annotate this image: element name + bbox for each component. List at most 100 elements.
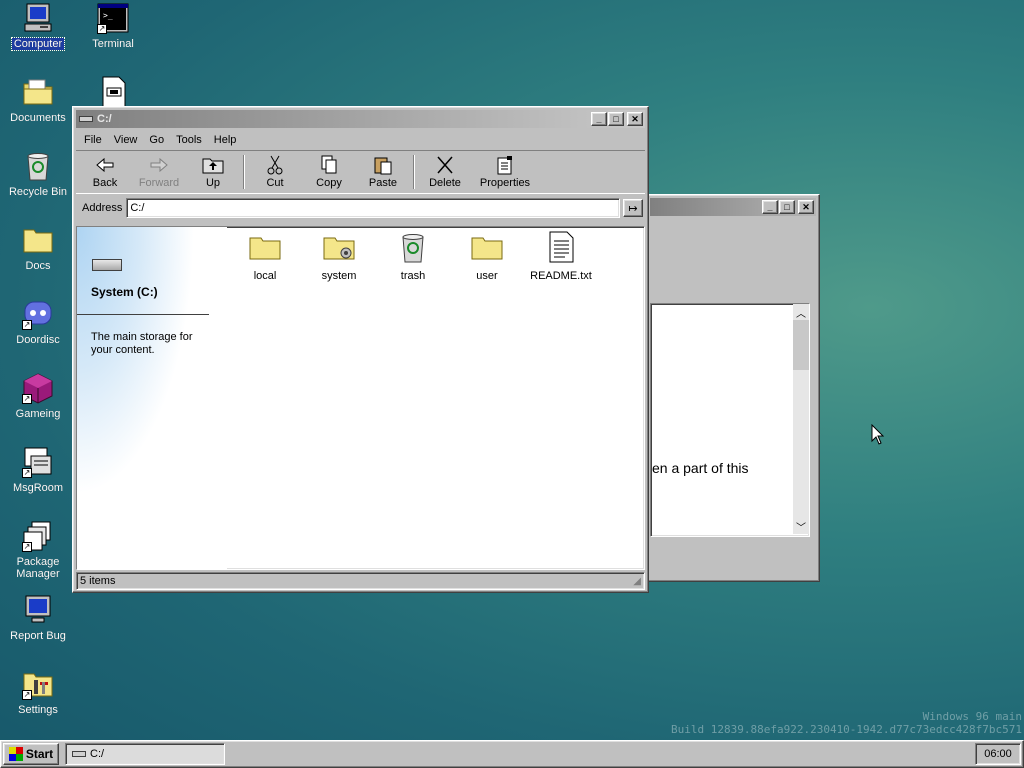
text-file-icon <box>549 231 574 263</box>
desktop-icon-docs[interactable]: Docs <box>0 224 76 272</box>
minimize-button[interactable]: _ <box>591 112 607 126</box>
shortcut-arrow-icon: ↗ <box>97 24 107 34</box>
cube-icon: ↗ <box>22 372 54 404</box>
file-item-local[interactable]: local <box>228 231 302 282</box>
maximize-icon: □ <box>613 114 619 124</box>
forward-button[interactable]: Forward <box>132 153 186 191</box>
copy-button[interactable]: Copy <box>302 153 356 191</box>
menu-file[interactable]: File <box>78 132 108 148</box>
up-button[interactable]: Up <box>186 153 240 191</box>
scissors-icon <box>267 155 283 175</box>
folder-icon <box>22 224 54 256</box>
go-arrow-icon: ↦ <box>628 202 638 215</box>
desktop-icon-recycle-bin[interactable]: Recycle Bin <box>0 150 76 198</box>
minimize-icon: _ <box>767 202 773 212</box>
scroll-down-button[interactable]: ﹀ <box>793 518 809 534</box>
start-button[interactable]: Start <box>3 743 59 765</box>
menu-tools[interactable]: Tools <box>170 132 208 148</box>
paste-button[interactable]: Paste <box>356 153 410 191</box>
scroll-up-button[interactable]: ︿ <box>793 304 809 320</box>
menu-go[interactable]: Go <box>143 132 170 148</box>
desktop-icon-package-manager[interactable]: ↗ Package Manager <box>0 520 76 580</box>
desktop-icon-gameing[interactable]: ↗ Gameing <box>0 372 76 420</box>
desktop-icon-label: Package Manager <box>16 556 60 580</box>
file-item-user[interactable]: user <box>450 231 524 282</box>
explorer-titlebar[interactable]: C:/ _ □ ✕ <box>76 110 645 128</box>
desktop-icon-settings[interactable]: ↗ Settings <box>0 668 76 716</box>
file-name: local <box>253 270 277 282</box>
maximize-button[interactable]: □ <box>779 200 795 214</box>
forward-label: Forward <box>138 177 180 189</box>
taskbar-item-explorer[interactable]: C:/ <box>65 743 225 765</box>
desktop-icon-doordisc[interactable]: ↗ Doordisc <box>0 298 76 346</box>
menu-view[interactable]: View <box>108 132 144 148</box>
toolbar: Back Forward Up Cut Copy Paste Delete Pr… <box>76 150 645 194</box>
system-tray-clock[interactable]: 06:00 <box>975 743 1021 765</box>
desktop-icon-label: Terminal <box>92 38 134 50</box>
minimize-button[interactable]: _ <box>762 200 778 214</box>
folder-icon <box>471 237 503 260</box>
drive-large-icon <box>92 259 122 271</box>
doordisc-icon: ↗ <box>22 298 54 330</box>
shortcut-arrow-icon: ↗ <box>22 542 32 552</box>
file-icon <box>97 76 129 108</box>
watermark-line-2: Build 12839.88efa922.230410-1942.d77c73e… <box>671 723 1022 736</box>
scroll-thumb[interactable] <box>793 320 809 370</box>
file-item-system[interactable]: system <box>302 231 376 282</box>
taskbar-item-label: C:/ <box>90 748 105 760</box>
file-name: system <box>321 270 357 282</box>
start-label: Start <box>25 747 54 761</box>
go-button[interactable]: ↦ <box>623 199 643 217</box>
properties-button[interactable]: Properties <box>472 153 538 191</box>
file-name: README.txt <box>530 270 592 282</box>
monitor-icon <box>22 594 54 626</box>
desktop-icon-label: Recycle Bin <box>8 186 68 198</box>
package-manager-icon: ↗ <box>22 520 54 552</box>
cut-button[interactable]: Cut <box>248 153 302 191</box>
file-view[interactable]: System (C:) The main storage for your co… <box>76 226 645 570</box>
properties-label: Properties <box>479 177 531 189</box>
desktop-icon-terminal[interactable]: >_ ↗ Terminal <box>75 2 151 50</box>
desktop-icon-documents[interactable]: Documents <box>0 76 76 124</box>
background-window[interactable]: _ □ ✕ en a part of this ︿ ﹀ <box>646 194 820 582</box>
status-text: 5 items <box>80 575 116 587</box>
close-button[interactable]: ✕ <box>627 112 643 126</box>
side-panel-title: System (C:) <box>91 285 158 299</box>
maximize-button[interactable]: □ <box>608 112 624 126</box>
desktop-icon-label: MsgRoom <box>12 482 64 494</box>
back-button[interactable]: Back <box>78 153 132 191</box>
desktop-icon-label: Docs <box>25 260 51 272</box>
background-window-titlebar[interactable]: _ □ ✕ <box>650 198 816 216</box>
address-label: Address <box>82 202 123 214</box>
desktop-icon-label: Gameing <box>15 408 61 420</box>
desktop-icon-computer[interactable]: Computer <box>0 2 76 51</box>
toolbar-separator <box>413 155 415 189</box>
build-watermark: Windows 96 main Build 12839.88efa922.230… <box>671 710 1022 736</box>
delete-button[interactable]: Delete <box>418 153 472 191</box>
menu-help[interactable]: Help <box>208 132 243 148</box>
drive-icon <box>79 116 93 122</box>
toolbar-separator <box>243 155 245 189</box>
resize-grip-icon[interactable]: ◢ <box>633 576 641 587</box>
desktop-icon-label: Settings <box>18 704 58 716</box>
close-icon: ✕ <box>631 113 639 124</box>
menu-bar: File View Go Tools Help <box>76 130 645 150</box>
status-bar: 5 items ◢ <box>76 572 645 590</box>
window-title: C:/ <box>97 113 112 125</box>
watermark-line-1: Windows 96 main <box>922 710 1022 723</box>
close-button[interactable]: ✕ <box>798 200 814 214</box>
address-bar: Address C:/ ↦ <box>76 196 645 220</box>
desktop-icon-label: Report Bug <box>10 630 66 642</box>
background-window-content: en a part of this ︿ ﹀ <box>650 303 810 537</box>
address-input[interactable]: C:/ <box>126 198 620 218</box>
msgroom-icon: ↗ <box>22 446 54 478</box>
explorer-window[interactable]: C:/ _ □ ✕ File View Go Tools Help Back F… <box>72 106 649 593</box>
close-icon: ✕ <box>802 201 810 212</box>
file-item-readme[interactable]: README.txt <box>524 231 598 282</box>
maximize-icon: □ <box>784 202 790 212</box>
clock-text: 06:00 <box>984 748 1012 760</box>
vertical-scrollbar[interactable]: ︿ ﹀ <box>793 304 809 534</box>
file-item-trash[interactable]: trash <box>376 231 450 282</box>
desktop-icon-msgroom[interactable]: ↗ MsgRoom <box>0 446 76 494</box>
desktop-icon-report-bug[interactable]: Report Bug <box>0 594 76 642</box>
